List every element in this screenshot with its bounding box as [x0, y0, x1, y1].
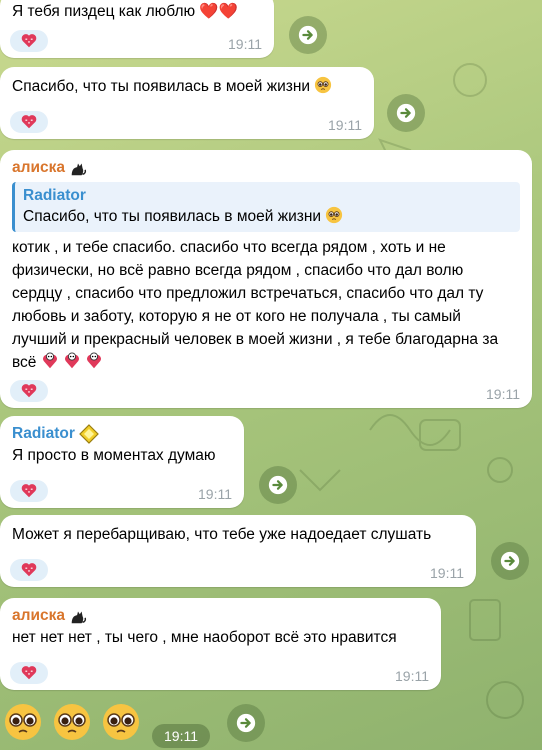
message-bubble[interactable]: алиска Radiator Спасибо, что ты появилас… — [0, 150, 532, 408]
forward-arrow-icon[interactable] — [289, 16, 327, 54]
heart-reaction-icon[interactable] — [10, 111, 48, 133]
heart-creature-emoji — [65, 352, 80, 369]
heart-reaction-icon[interactable] — [10, 30, 48, 52]
forward-arrow-icon[interactable] — [227, 704, 265, 742]
message-time: 19:11 — [228, 36, 262, 52]
pleading-face-emoji[interactable] — [52, 702, 92, 742]
yellow-diamond-badge-icon — [79, 424, 99, 444]
heart-creature-emoji — [42, 352, 57, 369]
heart-creature-emoji — [87, 352, 102, 369]
pleading-face-emoji[interactable] — [101, 702, 141, 742]
message-text: нет нет нет , ты чего , мне наоборот всё… — [12, 629, 397, 646]
sticker-time-badge: 19:11 — [152, 724, 210, 748]
reply-text: Спасибо, что ты появилась в моей жизни — [23, 208, 322, 225]
message-text-row: Спасибо, что ты появилась в моей жизни — [12, 75, 362, 98]
heart-reaction-icon[interactable] — [10, 380, 48, 402]
sender-label: Radiator — [12, 425, 75, 442]
sender-name[interactable]: алиска — [12, 606, 429, 626]
message-text: Я просто в моментах думаю — [12, 447, 216, 464]
message-text-row: котик , и тебе спасибо. спасибо что всег… — [12, 236, 520, 374]
reply-quote[interactable]: Radiator Спасибо, что ты появилась в мое… — [12, 182, 520, 232]
reply-sender: Radiator — [23, 187, 86, 204]
sender-name[interactable]: Radiator — [12, 424, 232, 444]
sender-name[interactable]: алиска — [12, 158, 520, 178]
message-time: 19:11 — [395, 668, 429, 684]
heart-reaction-icon[interactable] — [10, 662, 48, 684]
message-time: 19:11 — [486, 386, 520, 402]
forward-arrow-icon[interactable] — [387, 94, 425, 132]
pleading-face-emoji[interactable] — [3, 702, 43, 742]
message-time: 19:11 — [198, 486, 232, 502]
message-bubble[interactable]: Спасибо, что ты появилась в моей жизни 1… — [0, 67, 374, 139]
reply-text-row: Спасибо, что ты появилась в моей жизни — [23, 206, 512, 228]
pleading-face-emoji — [326, 206, 343, 224]
heart-reaction-icon[interactable] — [10, 480, 48, 502]
message-text: Я тебя пиздец как люблю ❤️❤️ — [12, 3, 239, 20]
message-bubble[interactable]: Может я перебарщиваю, что тебе уже надое… — [0, 515, 476, 587]
message-text: Может я перебарщиваю, что тебе уже надое… — [12, 526, 432, 543]
message-bubble[interactable]: Radiator Я просто в моментах думаю 19:11 — [0, 416, 244, 508]
message-bubble[interactable]: Я тебя пиздец как люблю ❤️❤️ 19:11 — [0, 0, 274, 58]
sender-label: алиска — [12, 159, 65, 176]
sticker-emojis — [41, 352, 104, 371]
message-bubble[interactable]: алиска нет нет нет , ты чего , мне наобо… — [0, 598, 441, 690]
black-cat-icon — [71, 611, 87, 624]
pleading-face-emoji — [315, 76, 332, 94]
forward-arrow-icon[interactable] — [491, 542, 529, 580]
black-cat-icon — [71, 163, 87, 176]
message-text: Спасибо, что ты появилась в моей жизни — [12, 78, 311, 95]
heart-reaction-icon[interactable] — [10, 559, 48, 581]
message-time: 19:11 — [328, 117, 362, 133]
forward-arrow-icon[interactable] — [259, 466, 297, 504]
sender-label: алиска — [12, 607, 65, 624]
message-time: 19:11 — [430, 565, 464, 581]
